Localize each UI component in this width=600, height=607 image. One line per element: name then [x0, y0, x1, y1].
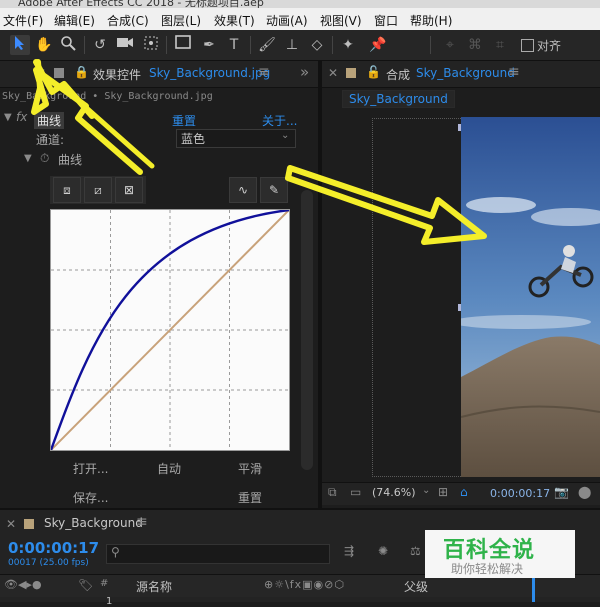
annotation-arrows	[31, 59, 487, 245]
arrow-to-selection-tool	[31, 59, 155, 175]
arrow-to-image	[285, 165, 487, 245]
